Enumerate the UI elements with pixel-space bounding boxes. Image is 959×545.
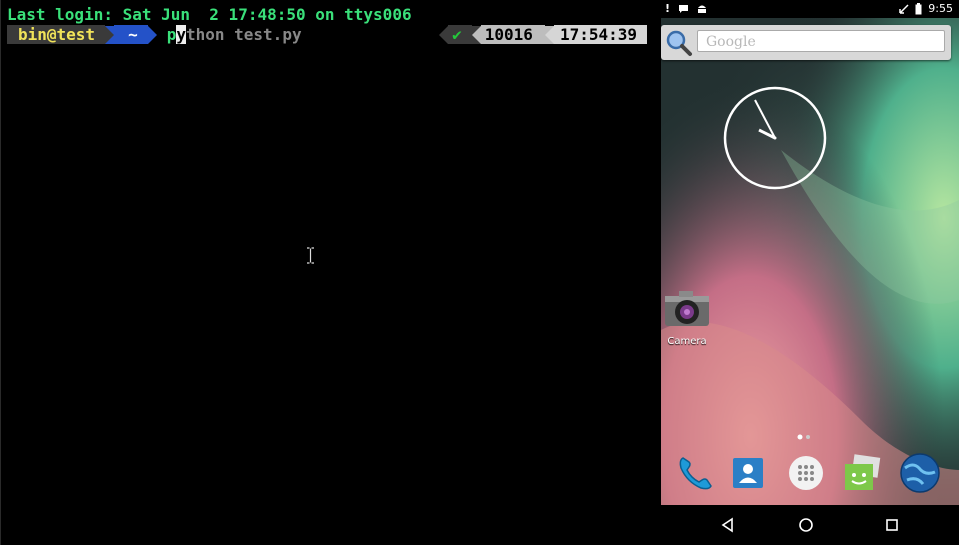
page-indicator — [797, 434, 810, 440]
app-drawer-icon[interactable] — [785, 452, 827, 494]
battery-icon — [915, 2, 922, 14]
prompt-separator-arrow — [147, 25, 157, 44]
home-icon[interactable] — [796, 515, 816, 535]
status-time: 9:55 — [928, 2, 953, 15]
alert-icon: ! — [665, 2, 671, 15]
vibrate-icon — [899, 4, 909, 14]
shell-prompt: bin@test ~ python test.py ✔ 10016 17:54:… — [7, 25, 647, 44]
command-input[interactable]: python test.py — [157, 25, 302, 44]
prompt-separator-arrow — [105, 25, 115, 44]
prompt-user-host: bin@test — [7, 25, 106, 44]
android-icon — [698, 5, 707, 13]
android-emulator[interactable]: ! 9:55 Google Camera — [652, 0, 959, 545]
prompt-time: 17:54:39 — [553, 25, 647, 44]
app-dock — [661, 452, 959, 496]
last-login-line: Last login: Sat Jun 2 17:48:50 on ttys00… — [7, 5, 412, 24]
recents-icon[interactable] — [882, 515, 902, 535]
messaging-icon[interactable] — [841, 452, 883, 494]
command-typed-text: p — [166, 25, 177, 44]
prompt-separator-arrow — [471, 25, 481, 44]
google-search-widget[interactable]: Google — [661, 25, 951, 60]
status-ok-icon: ✔ — [448, 25, 472, 44]
terminal-border — [0, 0, 1, 545]
browser-icon[interactable] — [899, 452, 941, 494]
google-search-input[interactable]: Google — [697, 30, 945, 52]
terminal-cursor: y — [176, 25, 186, 44]
analog-clock-widget[interactable] — [723, 86, 827, 190]
chat-bubble-icon — [679, 4, 689, 13]
history-number: 10016 — [480, 25, 545, 44]
command-autosuggestion: thon test.py — [185, 25, 302, 44]
ibeam-cursor-icon — [307, 247, 314, 264]
camera-app-shortcut[interactable]: Camera — [661, 288, 713, 347]
camera-app-label: Camera — [667, 336, 707, 347]
terminal-window[interactable]: Last login: Sat Jun 2 17:48:50 on ttys00… — [0, 0, 652, 545]
phone-icon[interactable] — [675, 452, 717, 494]
camera-icon — [665, 291, 709, 326]
prompt-separator-arrow — [544, 25, 554, 44]
contacts-icon[interactable] — [727, 452, 769, 494]
prompt-separator-arrow — [439, 25, 449, 44]
prompt-directory: ~ — [114, 25, 148, 44]
search-icon[interactable] — [665, 29, 693, 57]
back-icon[interactable] — [718, 515, 738, 535]
window-separator — [652, 0, 661, 545]
navigation-bar — [661, 505, 959, 545]
status-bar: ! 9:55 — [661, 0, 959, 18]
